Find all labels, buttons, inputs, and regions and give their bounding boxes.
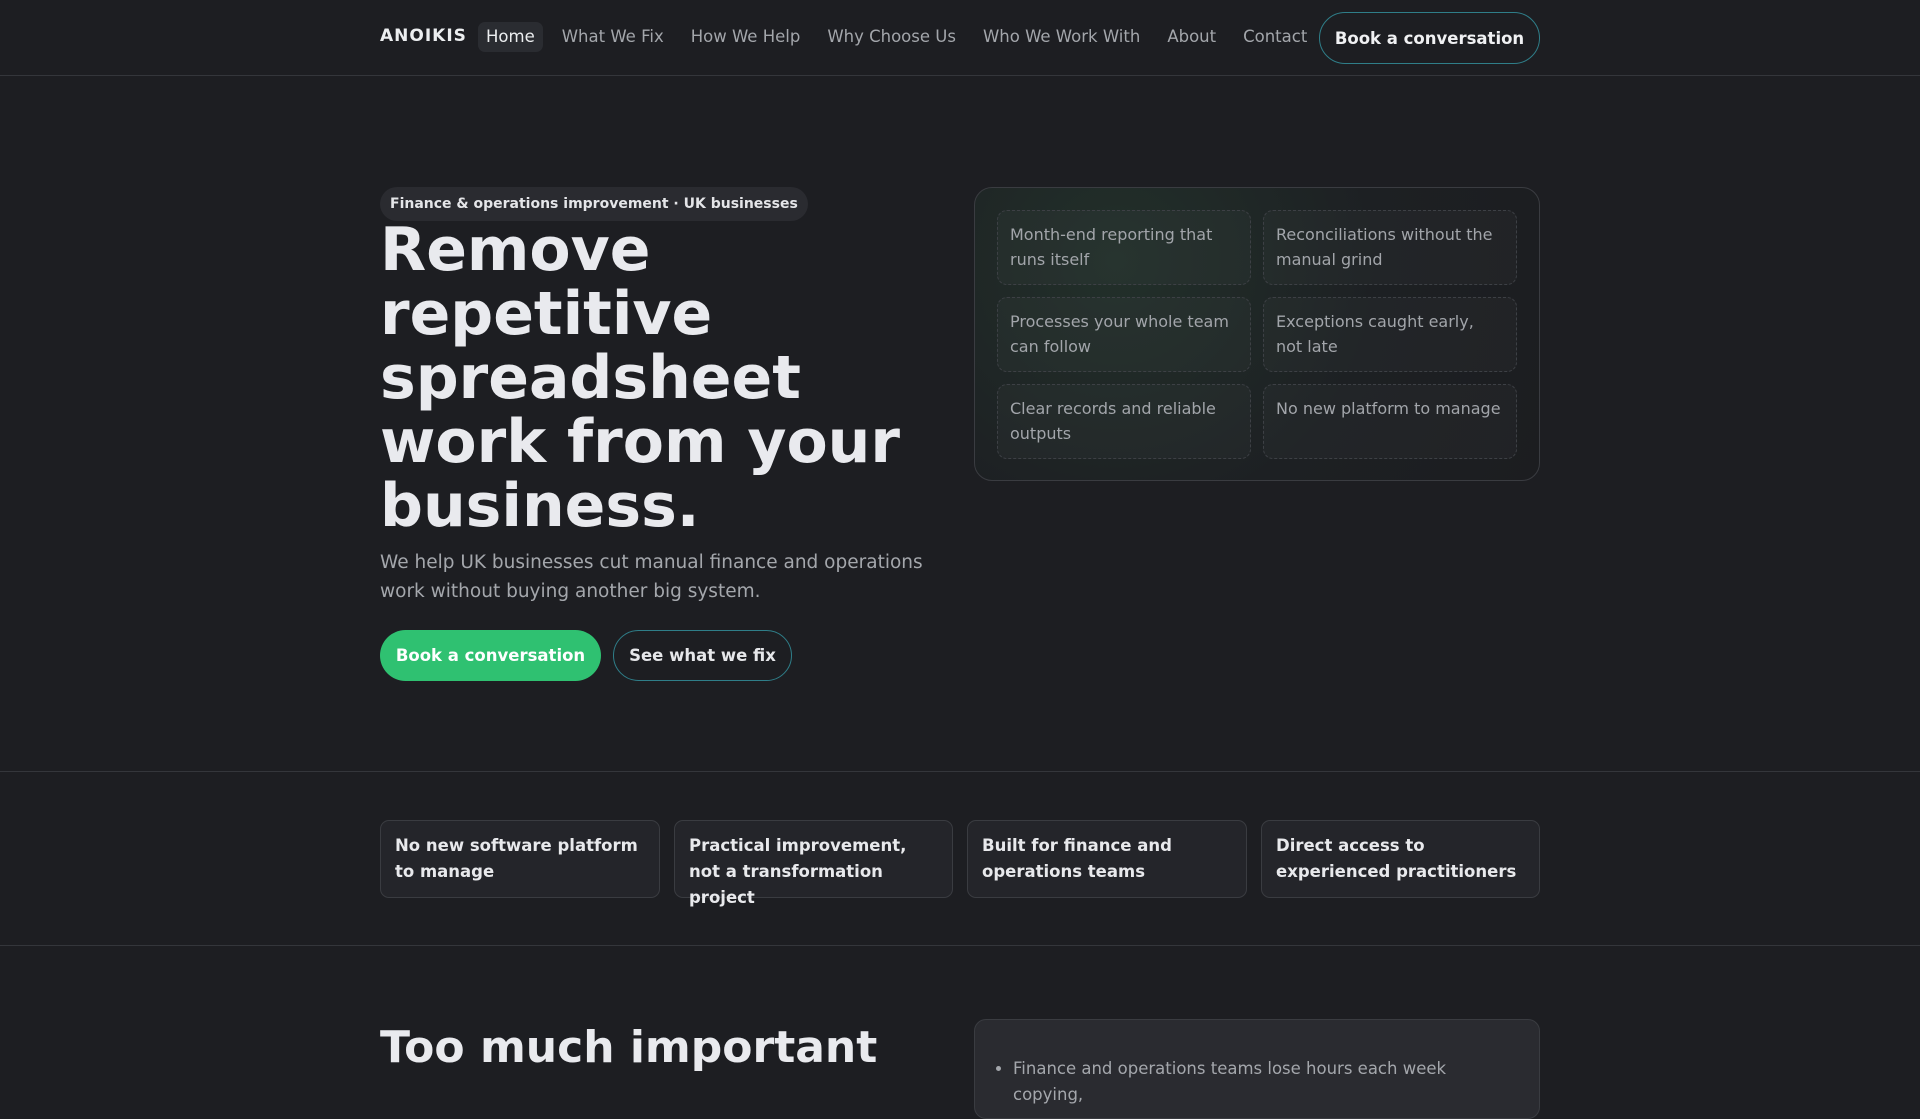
top-nav: ANOIKIS Home What We Fix How We Help Why… [0, 0, 1920, 76]
hero-subtitle: We help UK businesses cut manual finance… [380, 552, 923, 602]
nav-link-what-we-fix[interactable]: What We Fix [554, 22, 672, 52]
nav-links: Home What We Fix How We Help Why Choose … [478, 22, 1326, 52]
nav-link-who-we-work-with[interactable]: Who We Work With [975, 22, 1148, 52]
nav-link-contact[interactable]: Contact [1235, 22, 1315, 52]
hero-title: Remove repetitive spreadsheet work from … [380, 215, 900, 541]
feature-card: Practical improvement, not a transformat… [674, 820, 953, 907]
benefits-panel: Month-end reporting that runs itself Rec… [974, 187, 1540, 481]
problem-heading: Too much important [380, 1022, 878, 1073]
see-what-we-fix-button[interactable]: See what we fix [613, 630, 792, 681]
benefit-item: Processes your whole team can follow [997, 297, 1251, 372]
book-conversation-button[interactable]: Book a conversation [380, 630, 601, 681]
nav-link-how-we-help[interactable]: How We Help [683, 22, 809, 52]
nav-link-why-choose-us[interactable]: Why Choose Us [819, 22, 964, 52]
benefit-item: Reconciliations without the manual grind [1263, 210, 1517, 285]
nav-book-conversation-button[interactable]: Book a conversation [1319, 12, 1540, 64]
nav-link-about[interactable]: About [1159, 22, 1224, 52]
logo[interactable]: ANOIKIS [380, 26, 467, 46]
benefit-item: Clear records and reliable outputs [997, 384, 1251, 459]
feature-card: Direct access to experienced practitione… [1261, 820, 1540, 898]
section-divider [0, 945, 1920, 946]
problem-card: Finance and operations teams lose hours … [974, 1019, 1540, 1119]
section-divider [0, 771, 1920, 772]
feature-card: No new software platform to manage [380, 820, 660, 898]
benefit-item: No new platform to manage [1263, 384, 1517, 459]
benefit-item: Month-end reporting that runs itself [997, 210, 1251, 285]
problem-bullet: Finance and operations teams lose hours … [1013, 1056, 1519, 1108]
benefit-item: Exceptions caught early, not late [1263, 297, 1517, 372]
nav-link-home[interactable]: Home [478, 22, 543, 52]
feature-card: Built for finance and operations teams [967, 820, 1247, 898]
